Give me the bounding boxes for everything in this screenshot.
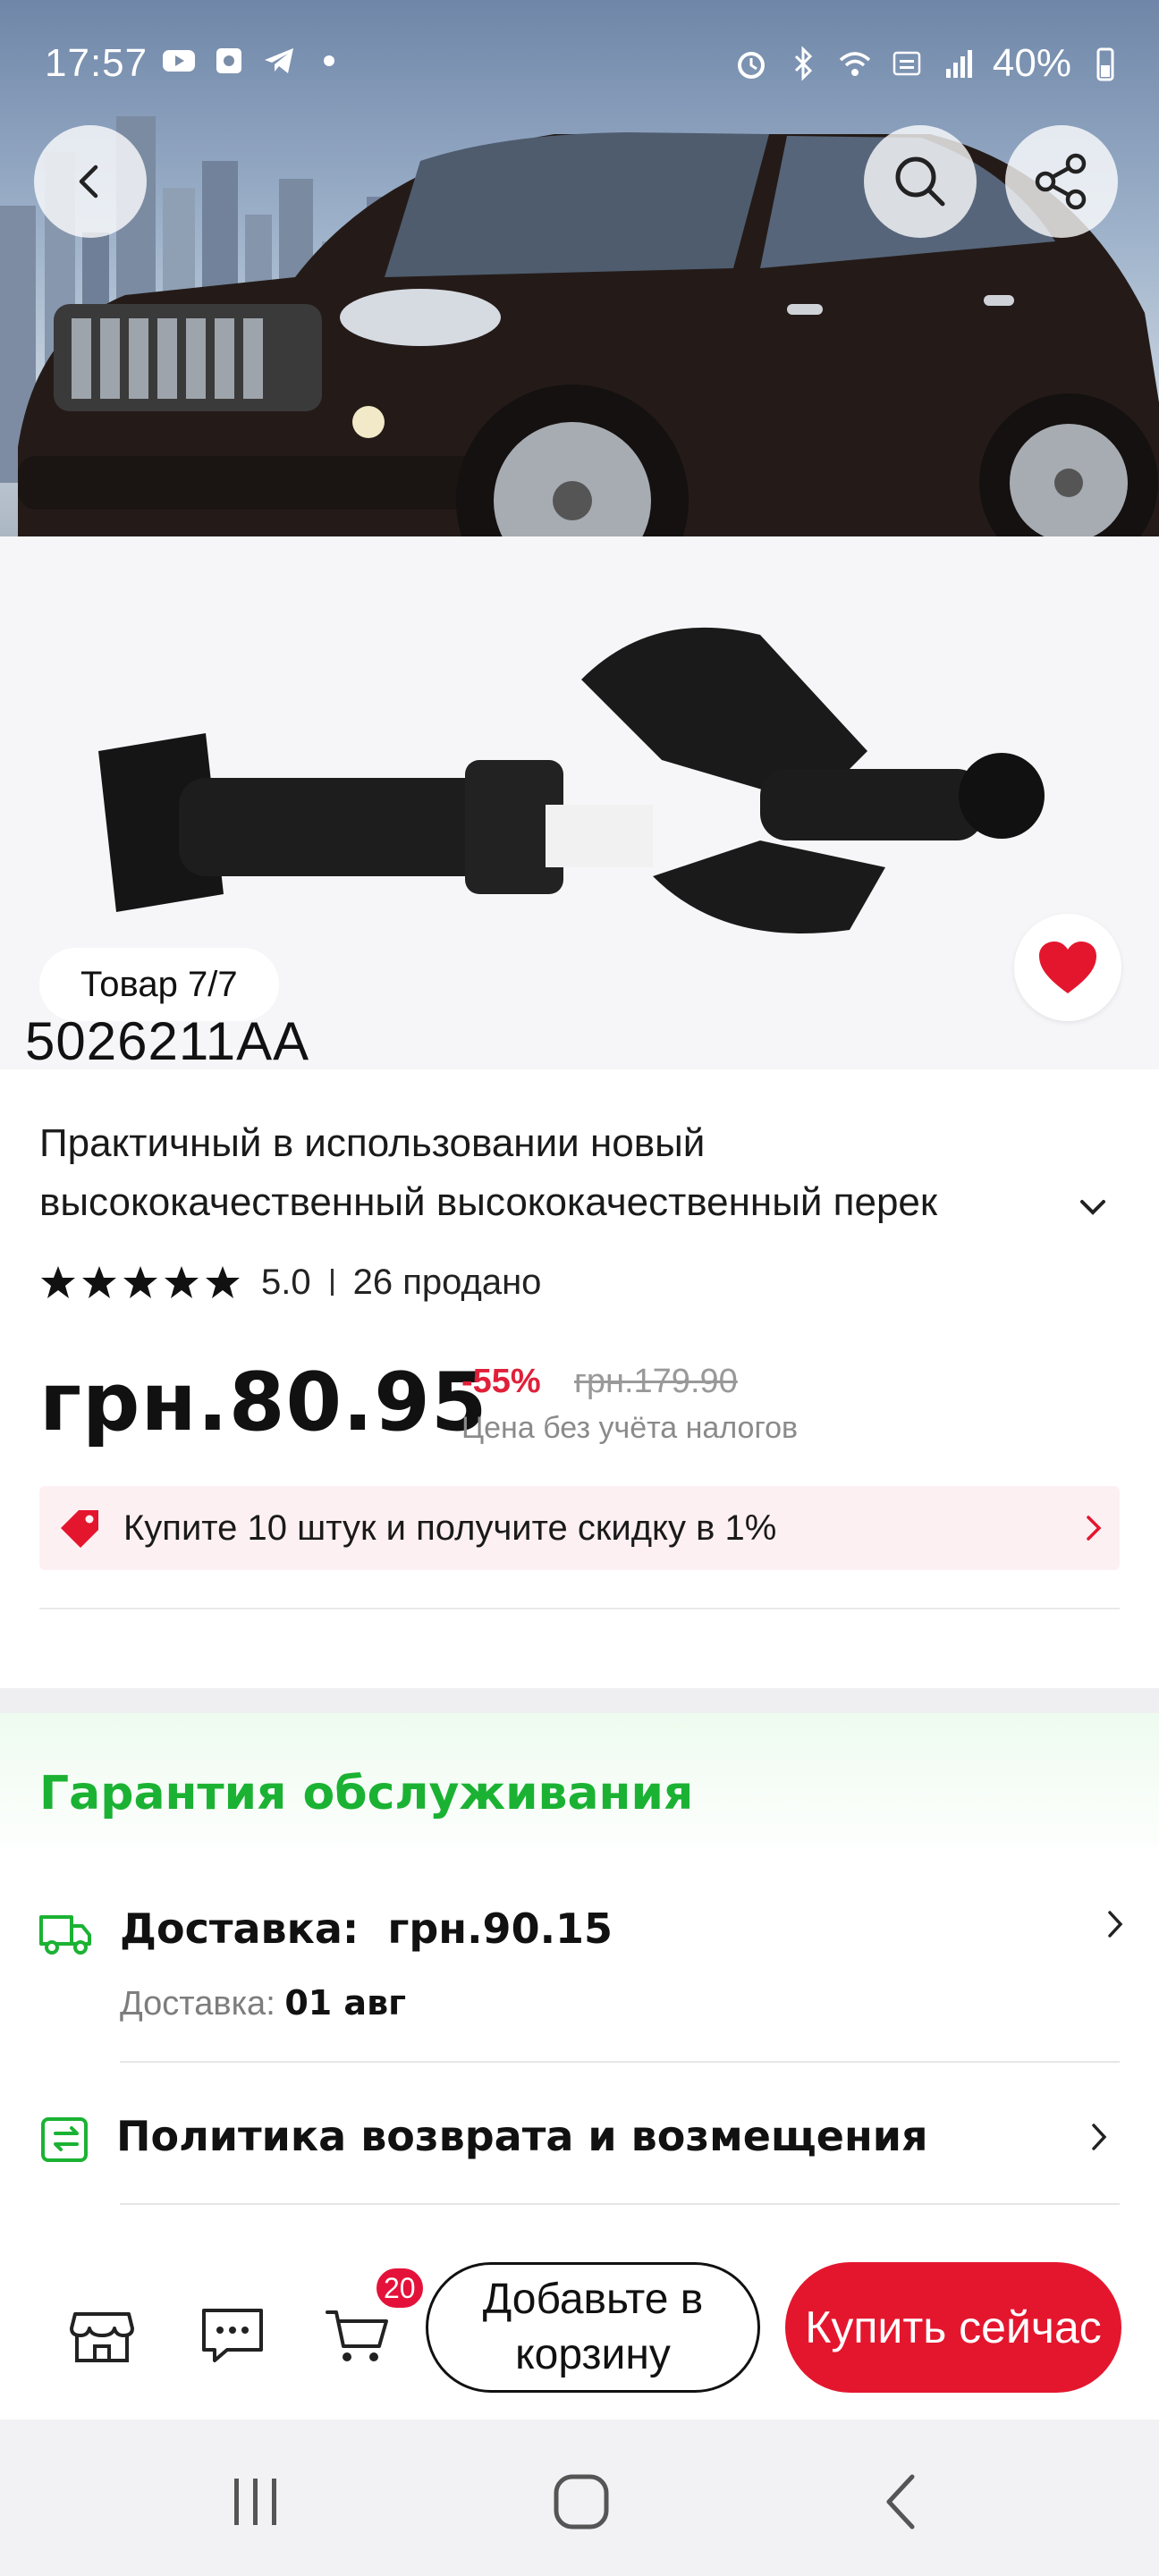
system-navigation-bar	[0, 2420, 1159, 2576]
back-nav-icon[interactable]	[867, 2466, 939, 2538]
back-button[interactable]	[34, 125, 147, 238]
bulk-discount-text: Купите 10 штук и получите скидку в 1%	[123, 1508, 777, 1548]
store-icon[interactable]	[66, 2298, 138, 2369]
product-title-line-1: Практичный в использовании новый	[39, 1121, 706, 1165]
search-button[interactable]	[864, 125, 977, 238]
battery-percent: 40%	[992, 41, 1071, 85]
divider	[39, 1608, 1120, 1609]
status-bar: 17:57 40%	[0, 0, 1159, 134]
delivery-truck-icon	[39, 1915, 91, 1955]
telegram-icon	[265, 48, 293, 73]
chevron-right-icon[interactable]	[1089, 2121, 1109, 2153]
cart-count-badge: 20	[374, 2266, 426, 2310]
section-separator	[0, 1688, 1159, 1713]
status-time: 17:57	[45, 41, 148, 85]
bulk-discount-banner[interactable]: Купите 10 штук и получите скидку в 1%	[39, 1486, 1120, 1570]
return-policy-icon	[41, 2117, 88, 2162]
bluetooth-icon	[794, 46, 813, 81]
share-icon	[1035, 153, 1087, 210]
delivery-date-label: Доставка:	[120, 1985, 275, 2023]
guarantee-title: Гарантия обслуживания	[39, 1767, 694, 1820]
delivery-date-row: Доставка: 01 авг	[120, 1983, 406, 2023]
rating-stars	[39, 1263, 241, 1301]
product-info-section: Практичный в использовании новый высокок…	[0, 1069, 1159, 1688]
star-icon	[165, 1266, 199, 1298]
star-icon	[41, 1266, 75, 1298]
star-icon	[82, 1266, 116, 1298]
add-to-cart-button[interactable]: Добавьте в корзину	[426, 2262, 760, 2393]
signal-icon	[945, 50, 972, 78]
service-guarantee-section: Гарантия обслуживания Доставка: грн.90.1…	[0, 1713, 1159, 2250]
recent-apps-icon[interactable]	[220, 2466, 292, 2538]
delivery-label: Доставка:	[120, 1905, 360, 1953]
heart-icon	[1039, 942, 1096, 993]
product-title[interactable]: Практичный в использовании новый высокок…	[39, 1114, 1095, 1232]
current-price: грн.80.95	[39, 1356, 488, 1449]
part-code-label: 5026211AA	[25, 1011, 310, 1069]
home-icon[interactable]	[546, 2466, 617, 2538]
product-title-line-2: высококачественный высококачественный пе…	[39, 1180, 938, 1224]
divider	[120, 2061, 1120, 2063]
chevron-down-icon[interactable]	[1073, 1195, 1112, 1221]
youtube-icon	[163, 50, 195, 72]
favorite-button[interactable]	[1014, 914, 1121, 1021]
cart-icon[interactable]	[322, 2300, 393, 2371]
tax-note: Цена без учёта налогов	[461, 1411, 799, 1445]
volte-icon	[893, 51, 921, 76]
share-button[interactable]	[1005, 125, 1118, 238]
tag-icon	[61, 1510, 98, 1548]
chevron-right-icon	[1087, 1516, 1102, 1541]
rating-row[interactable]: 5.0 26 продано	[39, 1257, 541, 1307]
buy-now-button[interactable]: Купить сейчас	[785, 2262, 1121, 2393]
rating-value: 5.0	[261, 1262, 311, 1302]
rating-divider	[330, 1269, 334, 1296]
delivery-row[interactable]: Доставка: грн.90.15	[120, 1905, 613, 1953]
star-icon	[123, 1266, 157, 1298]
search-icon	[895, 156, 945, 207]
chevron-right-icon[interactable]	[1105, 1908, 1125, 1940]
system-status-icons: 40%	[733, 41, 1123, 86]
bottom-action-bar: 20 Добавьте в корзину Купить сейчас	[0, 2250, 1159, 2420]
chat-icon[interactable]	[197, 2300, 268, 2371]
notification-icons	[161, 43, 347, 79]
gallery-icon	[216, 48, 241, 73]
discount-badge: -55%	[461, 1363, 541, 1400]
star-icon	[206, 1266, 240, 1298]
battery-icon	[1096, 47, 1114, 81]
original-price: грн.179.90	[574, 1363, 738, 1400]
alarm-icon	[737, 52, 765, 79]
return-policy-row[interactable]: Политика возврата и возмещения	[116, 2112, 928, 2160]
dot-icon	[324, 55, 334, 66]
divider	[120, 2203, 1120, 2205]
product-image-gallery[interactable]: 17:57 40% Товар 7/7 5026211AA	[0, 0, 1159, 1069]
delivery-date: 01 авг	[284, 1983, 406, 2023]
sold-count: 26 продано	[352, 1262, 542, 1302]
wifi-icon	[839, 52, 871, 76]
delivery-price: грн.90.15	[387, 1905, 613, 1953]
arrow-left-icon	[79, 165, 98, 198]
